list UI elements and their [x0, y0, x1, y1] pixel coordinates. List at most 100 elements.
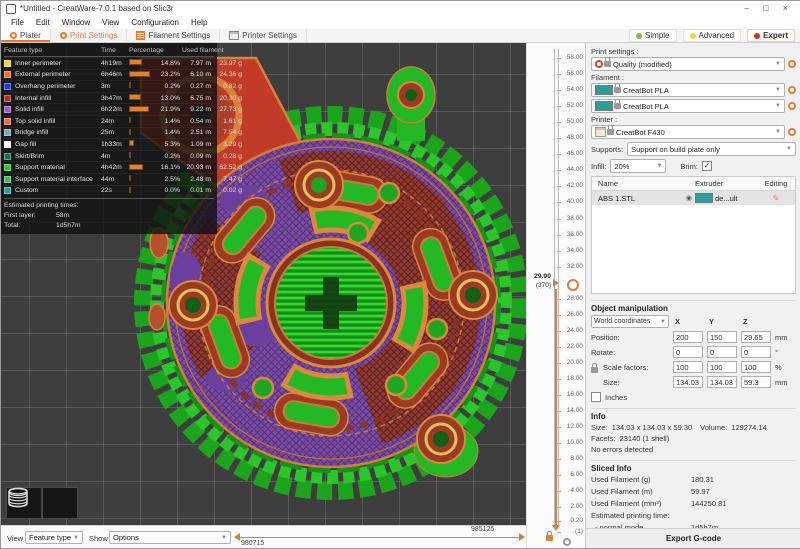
printer-label: Printer :	[591, 115, 618, 124]
print-settings-select[interactable]: Quality (modified) ▼	[591, 57, 785, 71]
eye-icon[interactable]: ◉	[686, 195, 692, 202]
ruler-tick-label: 50.00	[566, 118, 583, 126]
move-slider[interactable]	[238, 537, 519, 538]
menu-help[interactable]: Help	[185, 18, 213, 27]
object-manipulation-title: Object manipulation	[591, 300, 796, 313]
position-x-field[interactable]: 200	[673, 331, 703, 343]
print-settings-gear-icon[interactable]	[788, 60, 796, 68]
tab-printer-settings-label: Printer Settings	[242, 31, 297, 40]
filament-2-gear-icon[interactable]	[788, 102, 796, 110]
filament-select-1[interactable]: CreatBot PLA ▼	[591, 83, 785, 97]
object-name: ABS 1.STL	[598, 193, 636, 203]
supports-select[interactable]: Support on build plate only ▼	[627, 142, 796, 156]
lock-icon	[604, 57, 611, 67]
view-select[interactable]: Feature type ▼	[25, 531, 83, 544]
percentage-bar	[129, 70, 150, 77]
legend-row: Gap fill 1h33m 5.3% 1.09 m 3.29 g	[4, 138, 242, 150]
minimize-button[interactable]: –	[744, 4, 749, 13]
ruler-tick-label: 36.00	[566, 230, 583, 238]
rotate-x-field[interactable]: 0	[673, 346, 703, 358]
filament-1-gear-icon[interactable]	[788, 86, 796, 94]
tab-printer-settings[interactable]: Printer Settings	[220, 29, 307, 42]
size-x-field[interactable]: 134.03	[673, 376, 703, 388]
layer-settings-gear-icon[interactable]	[563, 538, 571, 546]
layer-lock-icon[interactable]	[546, 531, 553, 541]
layer-slider-handle[interactable]	[553, 279, 559, 287]
edit-icon[interactable]: ✎	[773, 194, 780, 203]
layer-slider-handle-ring[interactable]	[567, 279, 579, 291]
coordinates-select[interactable]: World coordinates ▼	[591, 315, 669, 328]
ruler-tick-label: 22.00	[566, 342, 583, 350]
position-z-field[interactable]: 29.65	[741, 331, 771, 343]
printer-gear-icon[interactable]	[788, 128, 796, 136]
ruler-tick-label: 34.00	[566, 246, 583, 254]
chevron-down-icon: ▼	[786, 146, 792, 152]
extruder-color-swatch	[695, 193, 713, 203]
scale-z-field[interactable]: 100	[741, 361, 771, 373]
rotate-z-field[interactable]: 0	[741, 346, 771, 358]
menu-file[interactable]: File	[5, 18, 30, 27]
info-title: Info	[591, 408, 796, 421]
ruler-tick-label: 26.00	[566, 310, 583, 318]
percentage-bar	[129, 163, 144, 170]
inches-label: Inches	[605, 392, 628, 402]
size-z-field[interactable]: 59.3	[741, 376, 771, 388]
feature-legend: Feature type Time Percentage Used filame…	[1, 43, 242, 235]
ruler-tick-label: 8.00	[570, 455, 583, 463]
app-icon	[6, 3, 16, 14]
all-layers-view-button[interactable]	[8, 487, 78, 519]
total-time: 1d5h7m	[56, 222, 81, 230]
brim-checkbox[interactable]: ✓	[701, 161, 712, 171]
mode-simple[interactable]: Simple	[629, 29, 677, 42]
rotate-y-field[interactable]: 0	[707, 346, 737, 358]
export-gcode-button[interactable]: Export G-code	[586, 528, 800, 548]
infill-select[interactable]: 20% ▼	[610, 159, 667, 173]
brim-label: Brim:	[680, 161, 698, 171]
filament-select-2[interactable]: CreatBot PLA ▼	[591, 99, 785, 113]
layer-slider[interactable]: 58.00 56.00 54.00 52.00 50.00 48.00 46.00 44.00…	[526, 43, 585, 548]
percentage-bar	[129, 186, 131, 193]
mode-advanced[interactable]: Advanced	[682, 29, 742, 42]
position-y-field[interactable]: 150	[707, 331, 737, 343]
uniform-scale-lock-icon[interactable]	[591, 363, 598, 373]
menu-window[interactable]: Window	[56, 18, 96, 27]
ruler-tick-label: 24.00	[566, 326, 583, 334]
layer-view-buttons	[6, 487, 78, 519]
size-y-field[interactable]: 134.03	[707, 376, 737, 388]
print-settings-label: Print settings :	[591, 47, 639, 56]
position-unit: mm	[775, 332, 788, 342]
scale-y-field[interactable]: 100	[707, 361, 737, 373]
maximize-button[interactable]: □	[763, 4, 768, 13]
chevron-down-icon: ▼	[775, 103, 781, 109]
mode-expert[interactable]: Expert	[747, 29, 795, 42]
table-row[interactable]: ABS 1.STL ◉ de...ult ✎	[592, 191, 795, 205]
info-facets-value: 23140 (1 shell)	[619, 434, 670, 443]
tab-plater[interactable]: Plater	[1, 29, 51, 42]
advanced-dot-icon	[689, 32, 696, 39]
scale-x-field[interactable]: 100	[673, 361, 703, 373]
menu-configuration[interactable]: Configuration	[125, 18, 185, 27]
ruler-tick-label: 42.00	[566, 182, 583, 190]
ruler-tick-label: 28.00	[566, 294, 583, 302]
chevron-down-icon: ▼	[221, 534, 227, 541]
chevron-down-icon: ▼	[656, 163, 663, 169]
scale-unit: %	[775, 362, 782, 372]
info-status: No errors detected	[591, 445, 654, 454]
ruler-tick-label: 6.00	[570, 471, 583, 479]
legend-row: Inner perimeter 4h19m 14.8% 7.97 m 23.97 g	[4, 57, 242, 69]
axis-y-label: Y	[709, 317, 715, 326]
move-slider-left-cap[interactable]	[234, 533, 240, 541]
3d-viewport[interactable]: Feature type Time Percentage Used filame…	[1, 43, 526, 525]
show-select[interactable]: Options ▼	[109, 531, 231, 544]
tab-print-settings[interactable]: Print Settings	[51, 29, 128, 42]
move-slider-right-cap[interactable]	[519, 533, 525, 541]
tab-filament-settings[interactable]: Filament Settings	[127, 29, 221, 42]
inches-checkbox[interactable]	[591, 392, 601, 402]
menu-edit[interactable]: Edit	[30, 18, 56, 27]
objects-table-empty-area[interactable]	[592, 205, 795, 293]
ruler-tick-label: 10.00	[566, 439, 583, 447]
menu-view[interactable]: View	[96, 18, 125, 27]
close-button[interactable]: ×	[783, 4, 788, 13]
ruler-tick-label: (1)	[575, 528, 583, 536]
printer-select[interactable]: CreatBot F430 ▼	[591, 125, 785, 139]
